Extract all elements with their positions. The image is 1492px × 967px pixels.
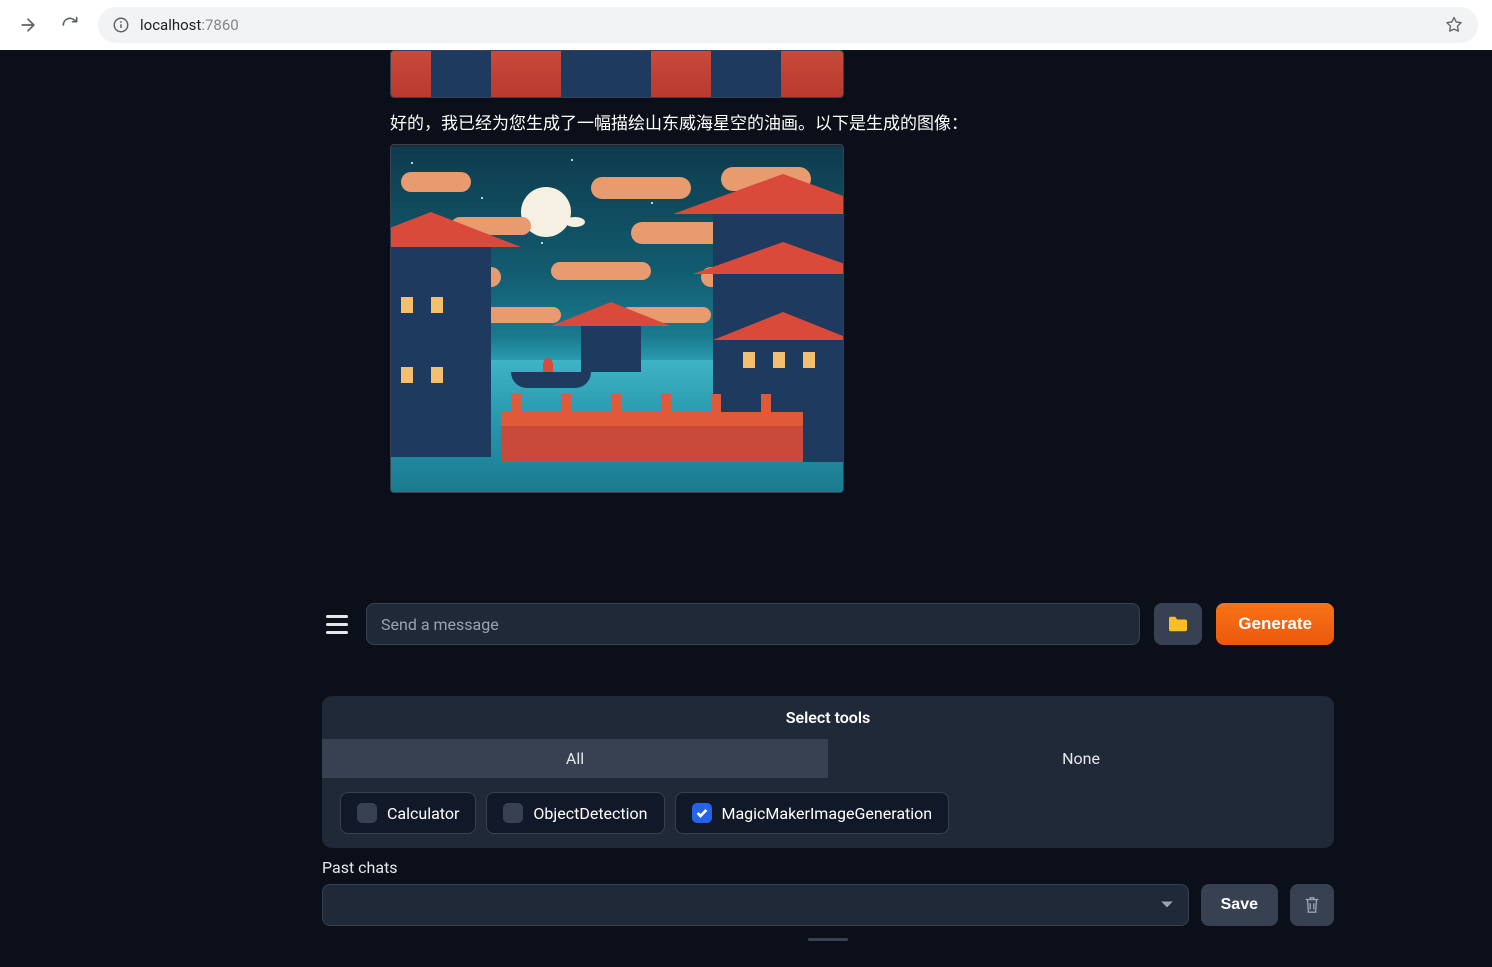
browser-toolbar: localhost:7860 (0, 0, 1492, 50)
upload-button[interactable] (1154, 603, 1202, 645)
forward-button[interactable] (14, 11, 42, 39)
tool-label: Calculator (387, 804, 459, 823)
generate-button[interactable]: Generate (1216, 603, 1334, 645)
generated-image-2[interactable] (390, 144, 844, 493)
tools-header: Select tools (322, 696, 1334, 739)
past-chats-select[interactable] (322, 884, 1189, 926)
generated-image-1[interactable] (390, 50, 844, 98)
tool-object-detection[interactable]: ObjectDetection (486, 792, 664, 834)
save-button[interactable]: Save (1201, 884, 1278, 926)
app-page: 好的，我已经为您生成了一幅描绘山东威海星空的油画。以下是生成的图像： (0, 50, 1492, 967)
chat-area: 好的，我已经为您生成了一幅描绘山东威海星空的油画。以下是生成的图像： (390, 50, 1355, 540)
folder-icon (1167, 615, 1189, 633)
checkbox-icon (503, 803, 523, 823)
checkbox-checked-icon (692, 803, 712, 823)
tools-tabs: All None (322, 739, 1334, 778)
assistant-message-text: 好的，我已经为您生成了一幅描绘山东威海星空的油画。以下是生成的图像： (390, 112, 1355, 138)
tools-list: Calculator ObjectDetection MagicMakerIma… (322, 778, 1334, 848)
checkbox-icon (357, 803, 377, 823)
tools-panel: Select tools All None Calculator ObjectD… (322, 696, 1334, 848)
hamburger-icon (326, 615, 348, 618)
address-bar[interactable]: localhost:7860 (98, 7, 1478, 43)
delete-button[interactable] (1290, 884, 1334, 926)
trash-icon (1303, 895, 1321, 915)
tab-none[interactable]: None (828, 739, 1334, 778)
resize-handle[interactable] (322, 934, 1334, 944)
tool-calculator[interactable]: Calculator (340, 792, 476, 834)
site-info-icon[interactable] (112, 16, 130, 34)
star-icon (1444, 15, 1464, 35)
message-input[interactable]: Send a message (366, 603, 1140, 645)
url-text: localhost:7860 (140, 16, 239, 34)
bookmark-button[interactable] (1444, 15, 1464, 35)
menu-button[interactable] (322, 609, 352, 639)
tab-all[interactable]: All (322, 739, 828, 778)
past-chats-label: Past chats (322, 858, 398, 877)
tool-label: ObjectDetection (533, 804, 647, 823)
tool-label: MagicMakerImageGeneration (722, 804, 933, 823)
tool-magic-maker-image-generation[interactable]: MagicMakerImageGeneration (675, 792, 950, 834)
chevron-down-icon (1160, 898, 1174, 912)
input-row: Send a message Generate (322, 603, 1334, 645)
past-chats-row: Save (322, 884, 1334, 926)
arrow-right-icon (18, 15, 38, 35)
reload-button[interactable] (56, 11, 84, 39)
reload-icon (60, 15, 80, 35)
